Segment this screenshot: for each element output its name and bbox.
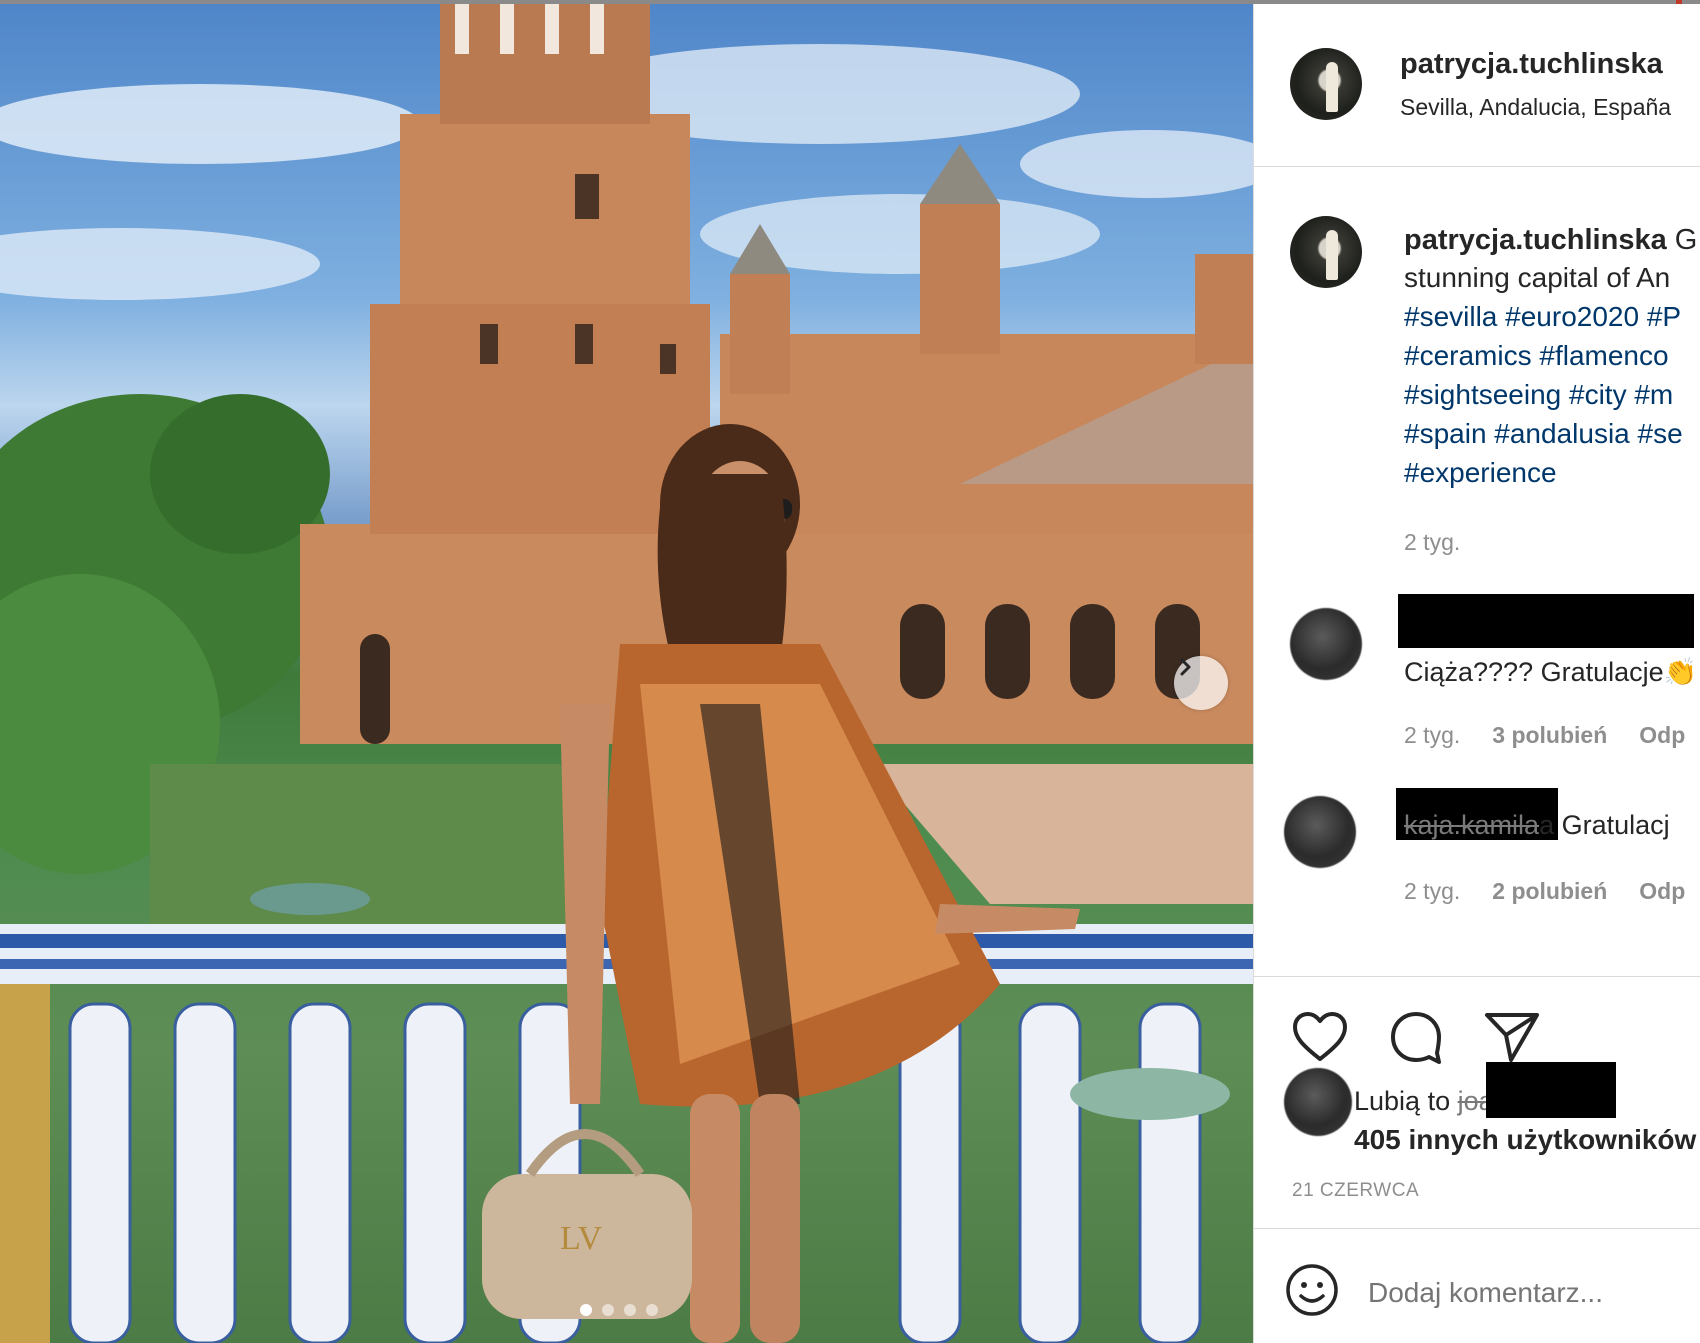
emoji-icon [1286, 1264, 1338, 1316]
author-avatar[interactable] [1290, 48, 1362, 120]
liker-avatar[interactable] [1284, 1068, 1352, 1136]
comment-time[interactable]: 2 tyg. [1404, 722, 1460, 748]
caption-line: stunning capital of An [1404, 262, 1671, 293]
comment-meta: 2 tyg. 2 polubień Odp [1404, 878, 1685, 905]
redaction-bar [1398, 594, 1694, 648]
likes-count[interactable]: 405 innych użytkowników [1354, 1124, 1696, 1156]
comment-text: Ciąża???? Gratulacje👏 [1404, 657, 1698, 687]
commenter-avatar[interactable] [1284, 796, 1356, 868]
hashtag-line[interactable]: #spain #andalusia #se [1404, 418, 1683, 450]
comment-username[interactable]: kaja.kamila [1404, 810, 1539, 840]
caption-avatar[interactable] [1290, 216, 1362, 288]
comment-time[interactable]: 2 tyg. [1404, 878, 1460, 904]
carousel-dots [580, 1304, 658, 1316]
commenter-avatar[interactable] [1290, 608, 1362, 680]
carousel-dot [580, 1304, 592, 1316]
add-comment-bar [1284, 1262, 1690, 1323]
comment-icon [1391, 1012, 1441, 1064]
post-date[interactable]: 21 CZERWCA [1292, 1180, 1419, 1202]
comment-line: kaja.kamilaa Gratulacj [1404, 810, 1670, 841]
footer-divider [1254, 1228, 1700, 1229]
hashtag-line[interactable]: #ceramics #flamenco [1404, 340, 1669, 372]
hashtag-line[interactable]: #sightseeing #city #m [1404, 379, 1673, 411]
likes-prefix: Lubią to [1354, 1086, 1458, 1116]
header-divider [1254, 166, 1700, 167]
photo-illustration: LV [0, 4, 1253, 1343]
author-username[interactable]: patrycja.tuchlinska [1400, 48, 1663, 81]
comment-input[interactable] [1366, 1275, 1690, 1310]
caption-text: patrycja.tuchlinska G [1404, 224, 1697, 257]
heart-icon [1293, 1012, 1347, 1061]
post-photo[interactable]: LV [0, 4, 1253, 1343]
comments-divider [1254, 976, 1700, 977]
reply-button[interactable]: Odp [1639, 722, 1685, 748]
comment-text: a Gratulacj [1539, 810, 1670, 840]
comment-likes[interactable]: 2 polubień [1492, 878, 1607, 904]
like-button[interactable] [1290, 1007, 1350, 1067]
redaction-bar [1486, 1062, 1616, 1118]
next-photo-button[interactable] [1174, 656, 1228, 710]
chevron-right-icon [1180, 658, 1191, 676]
post-sidebar: patrycja.tuchlinska Sevilla, Andalucia, … [1253, 4, 1700, 1343]
caption-first-line: G [1666, 224, 1698, 256]
comment-meta: 2 tyg. 3 polubień Odp [1404, 722, 1685, 749]
svg-text:LV: LV [560, 1220, 603, 1257]
emoji-button[interactable] [1284, 1262, 1340, 1323]
hashtag-line[interactable]: #sevilla #euro2020 #P [1404, 301, 1681, 333]
hashtag-line[interactable]: #experience [1404, 457, 1557, 489]
carousel-dot [646, 1304, 658, 1316]
post-location[interactable]: Sevilla, Andalucia, España [1400, 94, 1671, 121]
carousel-dot [602, 1304, 614, 1316]
caption-username[interactable]: patrycja.tuchlinska [1404, 224, 1667, 256]
reply-button[interactable]: Odp [1639, 878, 1685, 904]
caption-timestamp[interactable]: 2 tyg. [1404, 529, 1460, 556]
comment-likes[interactable]: 3 polubień [1492, 722, 1607, 748]
comment-button[interactable] [1386, 1007, 1446, 1067]
carousel-dot [624, 1304, 636, 1316]
share-icon [1485, 1013, 1539, 1062]
post-actions [1290, 1007, 1542, 1067]
share-button[interactable] [1482, 1007, 1542, 1067]
